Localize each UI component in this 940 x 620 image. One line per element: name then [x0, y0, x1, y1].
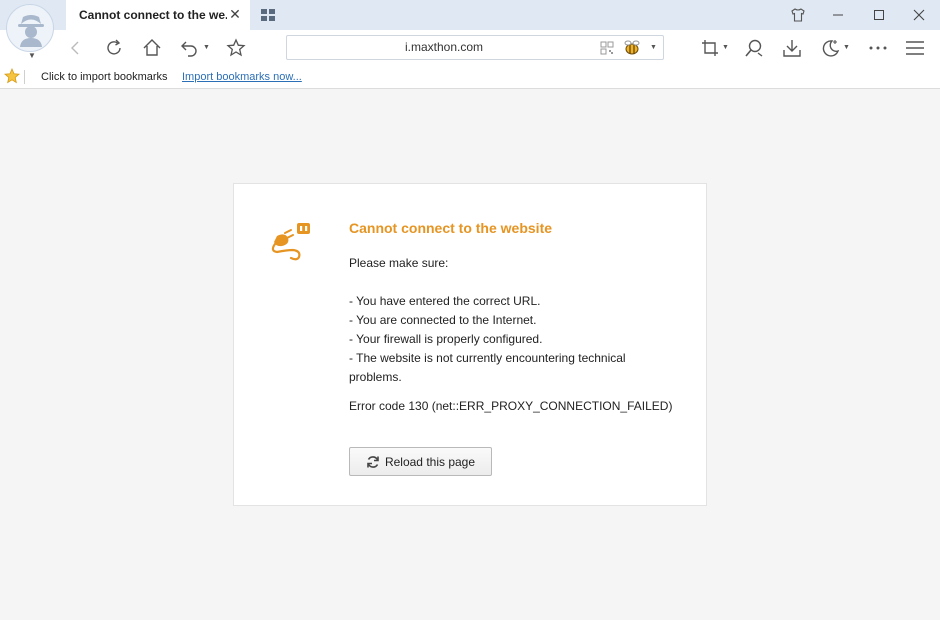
skin-icon[interactable]	[778, 0, 818, 30]
avatar-caret-icon[interactable]: ▼	[28, 51, 36, 60]
reload-icon	[367, 455, 379, 468]
minimize-icon[interactable]	[818, 0, 858, 30]
check-item: - You are connected to the Internet.	[349, 313, 537, 327]
favorite-star-icon[interactable]	[224, 36, 248, 60]
incognito-avatar-icon[interactable]	[6, 4, 54, 52]
address-caret-icon[interactable]: ▼	[650, 44, 657, 51]
reload-button[interactable]: Reload this page	[349, 447, 492, 476]
bookmarks-bar: Click to import bookmarks Import bookmar…	[0, 66, 940, 89]
bookmark-divider	[24, 70, 25, 84]
tab-active[interactable]: Cannot connect to the we... ✕	[66, 0, 250, 30]
check-item: - Your firewall is properly configured.	[349, 332, 543, 346]
undo-caret-icon[interactable]: ▼	[203, 44, 210, 51]
search-zoom-icon[interactable]	[742, 36, 766, 60]
tab-title: Cannot connect to the we...	[79, 8, 227, 22]
error-title: Cannot connect to the website	[349, 220, 553, 236]
close-icon[interactable]	[899, 0, 939, 30]
screenshot-icon[interactable]	[698, 36, 722, 60]
import-bookmarks-link[interactable]: Import bookmarks now...	[182, 71, 302, 83]
bookmark-star-icon[interactable]	[3, 67, 21, 87]
address-url[interactable]: i.maxthon.com	[287, 36, 601, 59]
error-body: Please make sure: - You have entered the…	[349, 254, 669, 387]
check-item: - You have entered the correct URL.	[349, 294, 541, 308]
import-bookmarks-prompt: Click to import bookmarks	[41, 71, 168, 83]
night-mode-icon[interactable]	[818, 36, 842, 60]
check-item: - The website is not currently encounter…	[349, 351, 626, 384]
home-icon[interactable]	[140, 36, 164, 60]
download-icon[interactable]	[780, 36, 804, 60]
undo-icon[interactable]	[177, 36, 201, 60]
tab-close-icon[interactable]: ✕	[228, 7, 242, 21]
maximize-icon[interactable]	[859, 0, 899, 30]
tab-grid-icon[interactable]	[260, 8, 276, 27]
menu-icon[interactable]	[903, 36, 927, 60]
error-code: Error code 130 (net::ERR_PROXY_CONNECTIO…	[349, 399, 673, 413]
navigation-toolbar: ▼ i.maxthon.com ▼ ▼ ▼	[0, 30, 940, 66]
unplugged-icon	[269, 220, 313, 267]
more-icon[interactable]	[866, 36, 890, 60]
address-bar[interactable]: i.maxthon.com ▼	[286, 35, 664, 60]
refresh-icon[interactable]	[102, 36, 126, 60]
back-icon[interactable]	[64, 36, 88, 60]
bee-icon[interactable]	[623, 40, 641, 61]
night-mode-caret-icon[interactable]: ▼	[843, 44, 850, 51]
error-card: Cannot connect to the website Please mak…	[233, 183, 707, 506]
qr-code-icon[interactable]	[600, 41, 614, 60]
error-intro: Please make sure:	[349, 256, 449, 270]
screenshot-caret-icon[interactable]: ▼	[722, 44, 729, 51]
tab-strip: Cannot connect to the we... ✕	[0, 0, 940, 30]
reload-label: Reload this page	[384, 454, 476, 469]
